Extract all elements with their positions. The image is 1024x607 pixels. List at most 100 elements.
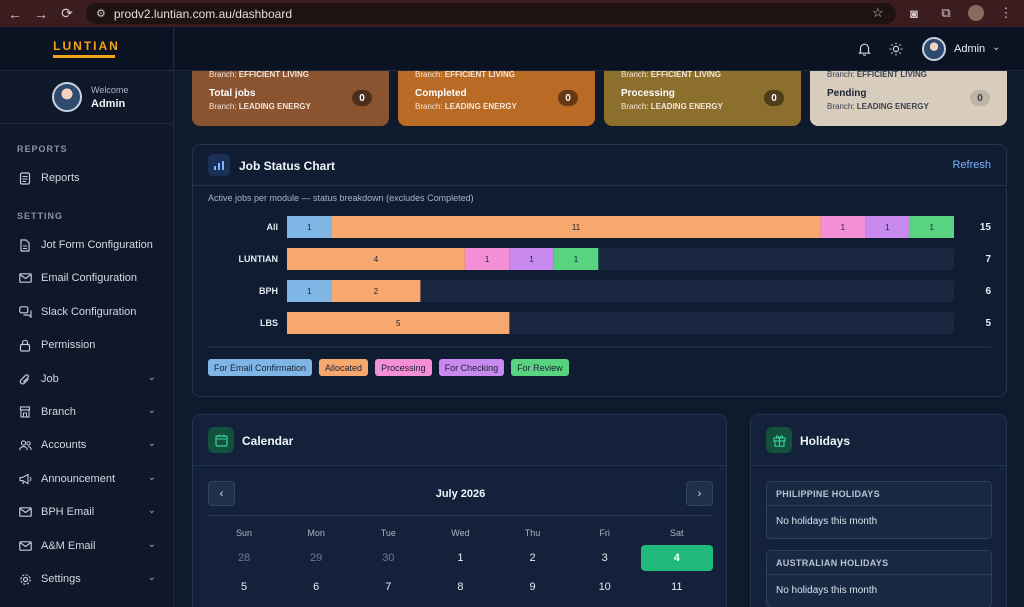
chevron-down-icon: ⌄ (147, 505, 156, 516)
bar-segment-value: 11 (572, 223, 581, 232)
back-icon[interactable]: ← (4, 3, 26, 25)
section-title-reports: REPORTS (17, 144, 68, 154)
legend-item[interactable]: For Review (511, 359, 569, 376)
bell-icon[interactable] (856, 41, 872, 57)
sidebar-item-bph-email[interactable]: BPH Email ⌄ (0, 499, 174, 525)
browser-menu-icon[interactable]: ⋮ (996, 3, 1016, 23)
holiday-section-heading: PHILIPPINE HOLIDAYS (767, 482, 991, 506)
lock-icon (18, 338, 32, 352)
sidebar-item-permission[interactable]: Permission (0, 332, 174, 358)
summary-card-processing[interactable]: Branch: EFFICIENT LIVING Processing Bran… (604, 71, 801, 126)
calendar-day[interactable]: 6 (280, 581, 352, 593)
card-title: Completed (415, 88, 467, 99)
legend-item[interactable]: Processing (375, 359, 432, 376)
bar-segment-value: 1 (307, 287, 312, 296)
user-menu-name[interactable]: Admin (954, 43, 985, 55)
user-avatar[interactable] (922, 37, 946, 61)
theme-sun-icon[interactable] (888, 41, 904, 57)
sidebar-item-slack-configuration[interactable]: Slack Configuration (0, 299, 174, 325)
legend-item[interactable]: Allocated (319, 359, 369, 376)
sidebar-item-accounts[interactable]: Accounts ⌄ (0, 432, 174, 458)
sidebar-item-jot-form-configuration[interactable]: Jot Form Configuration (0, 232, 174, 258)
bar-segment-value: 1 (574, 255, 579, 264)
bar-segment-value: 1 (841, 223, 846, 232)
calendar-next-button[interactable]: › (686, 481, 713, 506)
card-count-badge: 0 (764, 90, 784, 106)
bar-segment-value: 1 (307, 223, 312, 232)
gift-icon (766, 427, 792, 453)
card-count-badge: 0 (352, 90, 372, 106)
card-top-branch: Branch: EFFICIENT LIVING (209, 71, 310, 79)
calendar-day[interactable]: 1 (424, 552, 496, 564)
summary-card-completed[interactable]: Branch: EFFICIENT LIVING Completed Branc… (398, 71, 595, 126)
sidebar-item-label: Permission (41, 339, 96, 351)
card-count-badge: 0 (970, 90, 990, 106)
holiday-section-text: No holidays this month (776, 585, 878, 596)
calendar-day[interactable]: 4 (640, 545, 713, 571)
logo[interactable]: LUNTIAN (53, 39, 120, 58)
sidebar-item-branch[interactable]: Branch ⌄ (0, 399, 174, 425)
summary-card-pending[interactable]: Branch: EFFICIENT LIVING Pending Branch:… (810, 71, 1007, 126)
weekday-label: Wed (451, 528, 470, 538)
card-top-branch: Branch: EFFICIENT LIVING (827, 71, 928, 79)
document-icon (18, 171, 32, 185)
philippine-holidays-box: PHILIPPINE HOLIDAYS No holidays this mon… (766, 481, 992, 539)
card-branch: Branch: LEADING ENERGY (415, 102, 517, 111)
card-branch: Branch: LEADING ENERGY (209, 102, 311, 111)
logo-underline (53, 55, 116, 58)
mail-icon (18, 505, 32, 519)
sidebar-item-settings[interactable]: Settings ⌄ (0, 566, 174, 592)
forward-icon[interactable]: → (30, 3, 52, 25)
extensions-icon[interactable]: ⧉ (936, 3, 956, 23)
store-icon (18, 405, 32, 419)
address-bar[interactable]: ⚙ prodv2.luntian.com.au/dashboard (86, 3, 896, 24)
bar-segment-value: 1 (930, 223, 935, 232)
users-icon (18, 438, 32, 452)
bar-segment-value: 1 (529, 255, 534, 264)
calendar-day[interactable]: 30 (352, 552, 424, 564)
calendar-day[interactable]: 5 (208, 581, 280, 593)
card-title: Pending (827, 88, 867, 99)
job-status-chart-panel: Job Status Chart Refresh Active jobs per… (192, 144, 1007, 397)
calendar-day[interactable]: 11 (641, 581, 713, 593)
calendar-day[interactable]: 9 (497, 581, 569, 593)
summary-card-total-jobs[interactable]: Branch: EFFICIENT LIVING Total jobs Bran… (192, 71, 389, 126)
holiday-section-text: No holidays this month (776, 516, 878, 527)
legend-item[interactable]: For Email Confirmation (208, 359, 313, 376)
sidebar-item-announcement[interactable]: Announcement ⌄ (0, 466, 174, 492)
gear-icon (18, 572, 32, 586)
sidebar-item-job[interactable]: Job ⌄ (0, 366, 174, 392)
welcome-label: Welcome (91, 84, 129, 95)
weekday-label: Thu (524, 528, 541, 538)
calendar-day[interactable]: 2 (497, 552, 569, 564)
sidebar-item-label: Announcement (41, 473, 115, 485)
sidebar-item-am-email[interactable]: A&M Email ⌄ (0, 533, 174, 559)
calendar-day[interactable]: 28 (208, 552, 280, 564)
paperclip-icon (18, 372, 32, 386)
card-title: Processing (621, 88, 675, 99)
calendar-day[interactable]: 10 (569, 581, 641, 593)
calendar-day[interactable]: 3 (569, 552, 641, 564)
reload-icon[interactable]: ⟳ (56, 3, 78, 25)
chevron-down-icon: ⌄ (147, 438, 156, 449)
legend-item[interactable]: For Checking (438, 359, 505, 376)
bar-total-label: 6 (985, 286, 991, 297)
welcome-user-name: Admin (91, 97, 126, 110)
bar-segment-value: 4 (374, 255, 379, 264)
calendar-day[interactable]: 7 (352, 581, 424, 593)
divider (193, 465, 726, 466)
bookmark-star-icon[interactable]: ☆ (872, 5, 884, 21)
chevron-down-icon: ⌄ (147, 372, 156, 383)
bar-segment-value: 2 (374, 287, 379, 296)
camera-icon[interactable]: ◙ (904, 3, 924, 23)
calendar-day[interactable]: 29 (280, 552, 352, 564)
chevron-down-icon: ⌄ (147, 472, 156, 483)
profile-avatar-icon[interactable] (968, 5, 984, 21)
card-branch: Branch: LEADING ENERGY (621, 102, 723, 111)
sidebar-item-email-configuration[interactable]: Email Configuration (0, 265, 174, 291)
sidebar-item-reports[interactable]: Reports (0, 165, 174, 191)
calendar-day[interactable]: 8 (424, 581, 496, 593)
site-settings-icon[interactable]: ⚙ (96, 7, 106, 20)
chevron-down-icon[interactable]: ⌄ (992, 42, 1000, 53)
mail-icon (18, 539, 32, 553)
